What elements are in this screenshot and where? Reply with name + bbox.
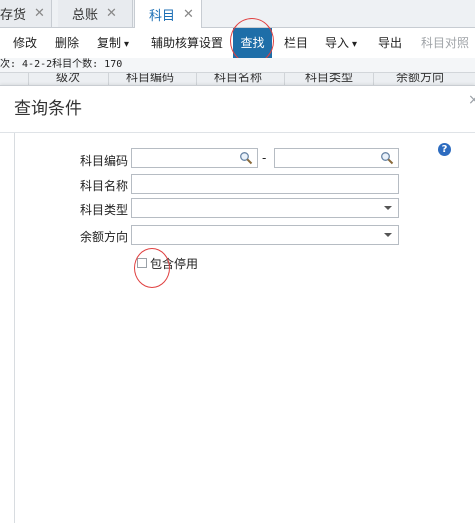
search-icon[interactable] bbox=[380, 151, 394, 165]
close-icon[interactable]: × bbox=[468, 92, 475, 108]
query-conditions-dialog: 查询条件 × ? 科目编码 - 科目名称 科目类型 余额方向 包含停用 bbox=[0, 85, 475, 523]
chevron-down-icon bbox=[384, 233, 392, 237]
help-icon[interactable]: ? bbox=[438, 143, 451, 156]
dialog-title: 查询条件 bbox=[14, 99, 82, 119]
code-to-input[interactable] bbox=[274, 148, 399, 168]
copy-button-label: 复制 bbox=[97, 36, 122, 50]
tab-label: 总账 bbox=[72, 8, 99, 23]
export-button[interactable]: 导出 bbox=[378, 28, 402, 58]
search-icon[interactable] bbox=[239, 151, 253, 165]
columns-button-label: 栏目 bbox=[284, 36, 309, 50]
name-label: 科目名称 bbox=[79, 179, 128, 193]
edit-button-label: 修改 bbox=[13, 36, 38, 50]
columns-button[interactable]: 栏目 bbox=[284, 28, 308, 58]
tab-inventory[interactable]: 存货 ✕ bbox=[0, 0, 52, 27]
close-icon[interactable]: ✕ bbox=[183, 7, 194, 22]
tab-general-ledger[interactable]: 总账 ✕ bbox=[58, 0, 133, 27]
copy-dropdown-button[interactable]: 复制 ▾ bbox=[97, 28, 129, 58]
info-text: 次: 4-2-2科目个数: 170 bbox=[0, 59, 123, 70]
export-button-label: 导出 bbox=[378, 36, 403, 50]
type-label: 科目类型 bbox=[79, 203, 128, 217]
chevron-down-icon bbox=[384, 206, 392, 210]
balance-direction-select[interactable] bbox=[131, 225, 399, 245]
range-separator: - bbox=[262, 151, 267, 165]
annotation-circle-checkbox bbox=[134, 248, 170, 288]
close-icon[interactable]: ✕ bbox=[34, 6, 45, 21]
aux-settings-label: 辅助核算设置 bbox=[151, 36, 224, 50]
chevron-down-icon: ▾ bbox=[124, 39, 130, 50]
delete-button[interactable]: 删除 bbox=[55, 28, 79, 58]
account-name-input[interactable] bbox=[131, 174, 399, 194]
code-from-input[interactable] bbox=[131, 148, 258, 168]
balance-direction-label: 余额方向 bbox=[79, 230, 128, 244]
account-count-info: 次: 4-2-2科目个数: 170 bbox=[0, 58, 475, 72]
chevron-down-icon: ▾ bbox=[352, 39, 358, 50]
account-mapping-label: 科目对照 bbox=[421, 36, 470, 50]
code-label: 科目编码 bbox=[79, 154, 128, 168]
account-type-select[interactable] bbox=[131, 198, 399, 218]
close-icon[interactable]: ✕ bbox=[106, 6, 117, 21]
tab-label: 科目 bbox=[149, 8, 176, 24]
import-button-label: 导入 bbox=[325, 36, 350, 50]
tab-label: 存货 bbox=[0, 8, 27, 23]
edit-button[interactable]: 修改 bbox=[13, 28, 37, 58]
delete-button-label: 删除 bbox=[55, 36, 80, 50]
account-mapping-button[interactable]: 科目对照 bbox=[421, 28, 469, 58]
import-dropdown-button[interactable]: 导入 ▾ bbox=[325, 28, 357, 58]
tab-accounts[interactable]: 科目 ✕ bbox=[134, 0, 202, 28]
aux-accounting-settings-button[interactable]: 辅助核算设置 bbox=[151, 28, 223, 58]
